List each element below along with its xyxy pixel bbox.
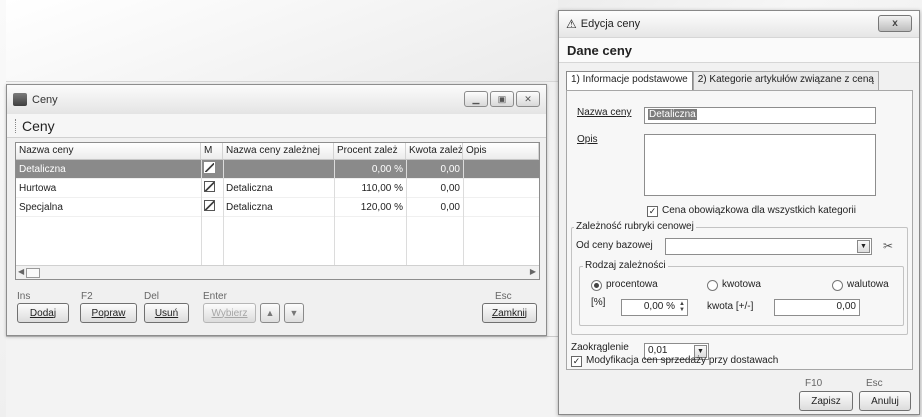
nazwa-ceny-label: Nazwa ceny bbox=[577, 107, 632, 118]
table-header: Nazwa ceny M Nazwa ceny zależnej Procent… bbox=[16, 143, 539, 160]
shortcut-esc: Esc bbox=[866, 378, 883, 389]
column-header-nazwa-zaleznej[interactable]: Nazwa ceny zależnej bbox=[223, 143, 334, 159]
cell-m bbox=[201, 200, 223, 214]
table-row[interactable]: Hurtowa Detaliczna 110,00 % 0,00 bbox=[16, 179, 539, 198]
dialog-header: Dane ceny bbox=[559, 37, 919, 63]
column-header-procent[interactable]: Procent zależ bbox=[334, 143, 406, 159]
cell-name: Detaliczna bbox=[19, 163, 66, 175]
app-icon bbox=[13, 93, 27, 106]
column-header-nazwa[interactable]: Nazwa ceny bbox=[16, 143, 201, 159]
chevron-down-icon[interactable]: ▼ bbox=[857, 240, 870, 253]
background-panel-top bbox=[6, 0, 558, 82]
shortcut-del: Del bbox=[144, 291, 160, 302]
prices-table[interactable]: Nazwa ceny M Nazwa ceny zależnej Procent… bbox=[15, 142, 540, 280]
tab-informacje-podstawowe[interactable]: 1) Informacje podstawowe bbox=[566, 71, 693, 91]
od-ceny-bazowej-select[interactable]: ▼ bbox=[665, 238, 872, 255]
table-row[interactable]: Detaliczna 0,00 % 0,00 bbox=[16, 160, 539, 179]
warning-icon: ⚠ bbox=[566, 17, 577, 31]
rodzaj-title: Rodzaj zależności bbox=[583, 260, 668, 271]
ceny-window: Ceny ▁ ▣ ✕ Ceny Nazwa ceny M Nazwa ceny … bbox=[6, 84, 547, 336]
scroll-thumb[interactable] bbox=[26, 268, 40, 278]
wybierz-button[interactable]: Wybierz bbox=[203, 303, 256, 323]
shortcut-esc: Esc bbox=[495, 291, 512, 302]
nazwa-ceny-value: Detaliczna bbox=[648, 109, 697, 120]
table-row[interactable]: Specjalna Detaliczna 120,00 % 0,00 bbox=[16, 198, 539, 217]
shortcut-enter: Enter bbox=[203, 291, 227, 302]
dialog-titlebar[interactable]: ⚠ Edycja ceny bbox=[559, 11, 919, 37]
kwotowa-label: kwotowa bbox=[722, 279, 761, 290]
rodzaj-group bbox=[579, 266, 904, 326]
kwota-input[interactable]: 0,00 bbox=[774, 299, 860, 316]
dialog-close-icon[interactable]: x bbox=[878, 15, 912, 32]
cell-percent: 120,00 % bbox=[360, 201, 403, 213]
ceny-header: Ceny bbox=[7, 114, 546, 138]
cena-obowiazkowa-checkbox[interactable]: ✓ bbox=[647, 206, 658, 217]
scroll-right-icon[interactable]: ▶ bbox=[530, 267, 536, 276]
modyfikacja-checkbox[interactable]: ✓ bbox=[571, 356, 582, 367]
procentowa-label: procentowa bbox=[606, 279, 658, 290]
anuluj-button[interactable]: Anuluj bbox=[859, 391, 911, 411]
kwotowa-radio[interactable] bbox=[707, 280, 718, 291]
move-up-icon[interactable]: ▲ bbox=[260, 303, 280, 323]
walutowa-label: walutowa bbox=[847, 279, 889, 290]
modyfikacja-label: Modyfikacja cen sprzedaży przy dostawach bbox=[586, 355, 779, 366]
header-separator bbox=[15, 118, 16, 133]
dialog-tabs: 1) Informacje podstawowe 2) Kategorie ar… bbox=[566, 71, 879, 91]
edycja-ceny-dialog: ⚠ Edycja ceny x Dane ceny 1) Informacje … bbox=[558, 10, 920, 415]
dodaj-button[interactable]: Dodaj bbox=[17, 303, 69, 323]
walutowa-radio[interactable] bbox=[832, 280, 843, 291]
scroll-left-icon[interactable]: ◀ bbox=[18, 267, 24, 276]
nazwa-ceny-input[interactable]: Detaliczna bbox=[644, 107, 876, 124]
edit-icon bbox=[204, 181, 215, 192]
cell-dep: Detaliczna bbox=[226, 182, 273, 194]
percent-value: 0,00 % bbox=[643, 301, 675, 312]
column-header-m[interactable]: M bbox=[201, 143, 223, 159]
usun-button[interactable]: Usuń bbox=[144, 303, 189, 323]
ceny-header-title: Ceny bbox=[22, 117, 55, 134]
cell-dep: Detaliczna bbox=[226, 201, 273, 213]
edit-icon bbox=[204, 162, 215, 173]
kwota-label: kwota [+/-] bbox=[707, 301, 754, 312]
cell-m bbox=[201, 181, 223, 195]
tab-kategorie-artykulow[interactable]: 2) Kategorie artykułów związane z ceną bbox=[692, 71, 879, 90]
background-panel-bottom bbox=[6, 336, 558, 417]
minimize-icon[interactable]: ▁ bbox=[464, 91, 488, 107]
od-ceny-bazowej-label: Od ceny bazowej bbox=[576, 240, 653, 251]
horizontal-scrollbar[interactable]: ◀ ▶ bbox=[16, 265, 539, 279]
procentowa-radio[interactable] bbox=[591, 280, 602, 291]
move-down-icon[interactable]: ▼ bbox=[284, 303, 304, 323]
cell-name: Specjalna bbox=[19, 201, 63, 213]
opis-textarea[interactable] bbox=[644, 134, 876, 196]
maximize-icon[interactable]: ▣ bbox=[490, 91, 514, 107]
zapisz-button[interactable]: Zapisz bbox=[799, 391, 853, 411]
edit-icon bbox=[204, 200, 215, 211]
dialog-title: Edycja ceny bbox=[580, 18, 641, 30]
cell-amount: 0,00 bbox=[440, 163, 460, 175]
cena-obowiazkowa-label: Cena obowiązkowa dla wszystkich kategori… bbox=[662, 205, 856, 216]
cell-percent: 110,00 % bbox=[361, 182, 403, 194]
scissors-icon[interactable]: ✂ bbox=[883, 239, 893, 253]
cell-amount: 0,00 bbox=[440, 182, 460, 194]
percent-input[interactable]: 0,00 % ▲ ▼ bbox=[621, 299, 688, 316]
shortcut-ins: Ins bbox=[17, 291, 31, 302]
percent-unit-label: [%] bbox=[591, 297, 606, 308]
zamknij-button[interactable]: Zamknij bbox=[482, 303, 537, 323]
popraw-button[interactable]: Popraw bbox=[80, 303, 137, 323]
tab-panel: Nazwa ceny Detaliczna Opis ✓ Cena obowią… bbox=[566, 90, 913, 370]
zaleznosc-title: Zależność rubryki cenowej bbox=[574, 221, 696, 232]
spinner-icon[interactable]: ▲ ▼ bbox=[678, 301, 686, 314]
zaokraglenie-label: Zaokrąglenie bbox=[571, 342, 629, 353]
cell-amount: 0,00 bbox=[440, 201, 460, 213]
close-icon[interactable]: ✕ bbox=[516, 91, 540, 107]
shortcut-f10: F10 bbox=[805, 378, 823, 389]
column-header-kwota[interactable]: Kwota zależn bbox=[406, 143, 463, 159]
cell-percent: 0,00 % bbox=[371, 163, 403, 175]
shortcut-f2: F2 bbox=[81, 291, 93, 302]
column-header-opis[interactable]: Opis bbox=[463, 143, 539, 159]
opis-label: Opis bbox=[577, 134, 598, 145]
window-controls: ▁ ▣ ✕ bbox=[464, 91, 540, 107]
ceny-window-title: Ceny bbox=[32, 93, 58, 106]
cell-m bbox=[201, 162, 223, 176]
cell-name: Hurtowa bbox=[19, 182, 57, 194]
